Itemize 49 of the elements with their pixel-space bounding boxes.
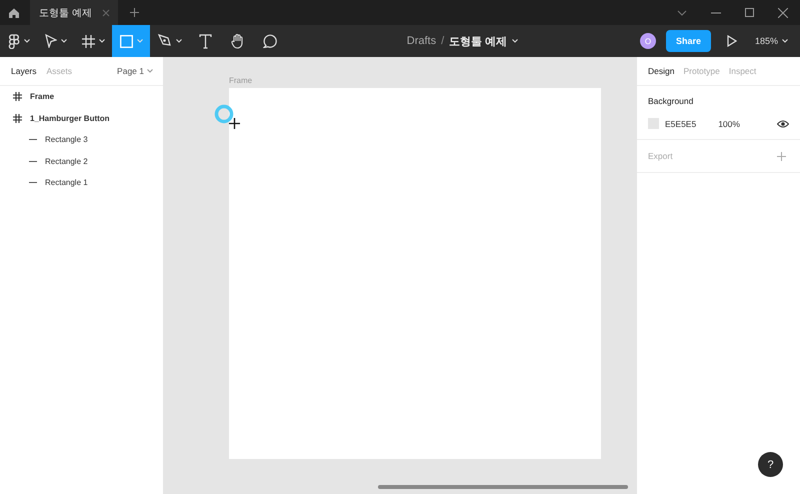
- chevron-down-icon[interactable]: [677, 10, 687, 16]
- file-tab[interactable]: 도형툴 예제: [30, 0, 118, 25]
- rectangle-icon: [120, 34, 133, 48]
- home-icon[interactable]: [8, 6, 20, 18]
- play-icon[interactable]: [726, 35, 737, 47]
- figma-logo-icon: [8, 34, 20, 48]
- layer-item[interactable]: Rectangle 1: [0, 172, 163, 194]
- zoom-dropdown[interactable]: 185%: [754, 36, 778, 46]
- layer-item[interactable]: Rectangle 2: [0, 150, 163, 172]
- crosshair-cursor-icon: [229, 118, 240, 129]
- maximize-icon[interactable]: [745, 8, 754, 17]
- breadcrumb-separator: /: [441, 35, 444, 47]
- close-icon[interactable]: [102, 8, 110, 16]
- section-title: Export: [648, 151, 673, 161]
- page-dropdown[interactable]: Page 1: [117, 66, 144, 76]
- hash-icon: [13, 92, 22, 102]
- hand-icon: [230, 33, 244, 49]
- panel-tab[interactable]: Design: [648, 66, 674, 76]
- scrollbar[interactable]: [378, 485, 628, 489]
- pen-icon: [158, 34, 172, 48]
- caret-icon: [24, 39, 30, 43]
- minimize-icon[interactable]: [711, 12, 721, 14]
- close-icon[interactable]: [778, 8, 788, 18]
- line-icon: [29, 182, 37, 184]
- line-icon: [29, 139, 37, 140]
- folder-link[interactable]: Drafts: [406, 35, 436, 47]
- section-title: Background: [648, 96, 694, 106]
- layer-item[interactable]: Rectangle 3: [0, 129, 163, 150]
- cursor-arrow-icon: [45, 34, 57, 48]
- panel-tab[interactable]: Layers: [11, 66, 37, 76]
- speech-bubble-icon: [262, 34, 276, 48]
- eye-icon[interactable]: [777, 120, 789, 128]
- caret-icon: [176, 39, 182, 43]
- caret-icon: [99, 39, 105, 43]
- layer-item[interactable]: Frame: [0, 86, 163, 108]
- layer-item[interactable]: 1_Hamburger Button: [0, 108, 163, 129]
- color-swatch[interactable]: [648, 118, 659, 129]
- click-highlight-icon: [214, 104, 234, 124]
- hex-value[interactable]: E5E5E5: [665, 118, 696, 128]
- text-icon: [199, 34, 212, 48]
- file-name[interactable]: 도형툴 예제: [449, 34, 508, 48]
- frame-label: Frame: [229, 76, 252, 85]
- opacity-value[interactable]: 100%: [718, 118, 740, 128]
- caret-icon: [137, 39, 143, 43]
- caret-icon: [61, 39, 67, 43]
- hash-icon: [13, 114, 22, 123]
- plus-icon[interactable]: [130, 8, 139, 17]
- hash-icon: [82, 34, 95, 48]
- line-icon: [29, 160, 37, 162]
